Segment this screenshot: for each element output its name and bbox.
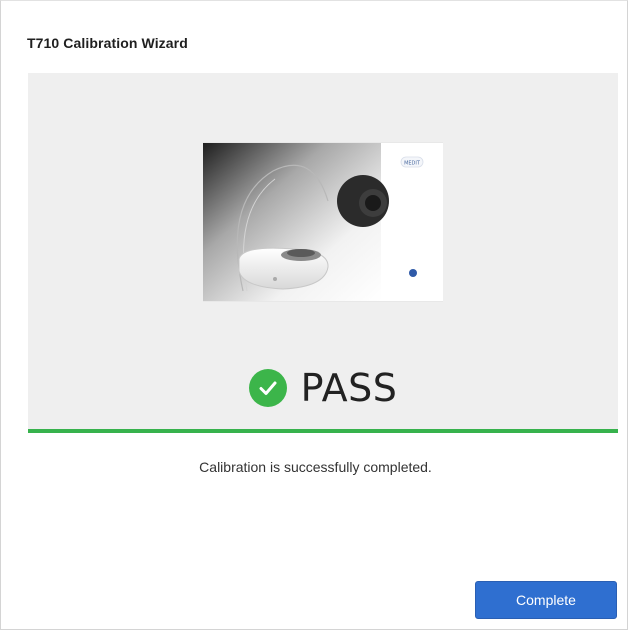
scanner-device-image: MEDIT [203, 141, 443, 303]
device-preview-panel: MEDIT PASS [28, 73, 618, 431]
check-circle-icon [248, 369, 287, 407]
calibration-progress-fill [28, 429, 618, 433]
calibration-progress-bar [28, 429, 618, 433]
dialog-title: T710 Calibration Wizard [27, 35, 188, 51]
checkmark-icon [259, 381, 277, 395]
device-logo: MEDIT [404, 161, 421, 167]
result-status-label: PASS [300, 366, 398, 410]
scanner-illustration: MEDIT [203, 142, 443, 302]
complete-button[interactable]: Complete [475, 581, 617, 619]
calibration-result: PASS [28, 363, 618, 413]
calibration-wizard-dialog: T710 Calibration Wizard MEDIT PASS Calib… [0, 0, 628, 630]
status-message: Calibration is successfully completed. [199, 459, 432, 475]
